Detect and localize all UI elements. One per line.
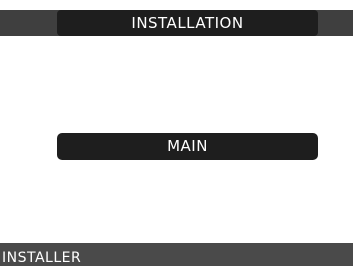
main-menu-button[interactable]: MAIN (57, 133, 318, 160)
page-title: INSTALLATION (57, 10, 318, 36)
header-bar: INSTALLATION (0, 0, 353, 36)
footer-status-label: INSTALLER (0, 243, 353, 266)
